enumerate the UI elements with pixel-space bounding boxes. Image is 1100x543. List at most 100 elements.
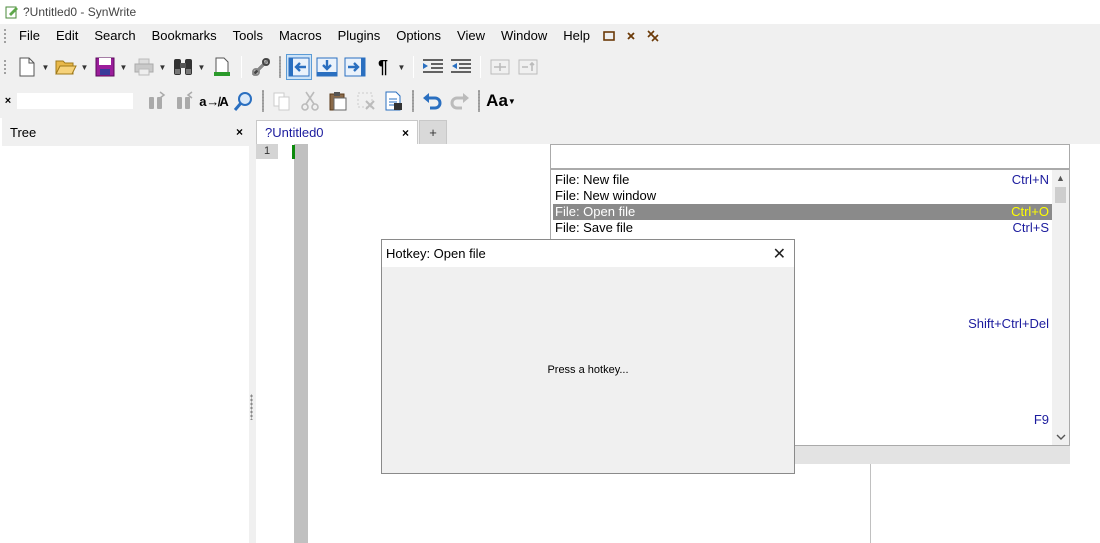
print-icon[interactable] [131,54,157,80]
open-file-icon[interactable] [53,54,79,80]
scroll-thumb[interactable] [1055,187,1066,203]
close-document-icon[interactable] [623,28,639,44]
command-item[interactable]: File: New window [553,188,1052,204]
dialog-close-button[interactable]: ✕ [773,244,786,264]
undo-icon[interactable] [419,88,445,114]
gutter-bar [294,144,308,543]
menu-bookmarks[interactable]: Bookmarks [144,24,225,48]
toolbar-separator [412,90,414,112]
menu-window[interactable]: Window [493,24,555,48]
menu-file[interactable]: File [13,24,48,48]
select-icon[interactable] [381,88,407,114]
dialog-titlebar: Hotkey: Open file ✕ [382,240,794,267]
menu-edit[interactable]: Edit [48,24,86,48]
export-icon[interactable] [209,54,235,80]
menu-bar: File Edit Search Bookmarks Tools Macros … [0,24,1100,48]
delete-icon[interactable] [353,88,379,114]
settings-tools-icon[interactable] [248,54,274,80]
panel-splitter[interactable] [250,394,253,420]
tree-panel: Tree × [0,118,249,543]
main-toolbar: ▼ ▼ ▼ ▼ ▼ ¶ ▼ [0,50,1100,84]
new-file-icon[interactable] [14,54,40,80]
replace-icon[interactable]: a↛A [199,88,229,114]
copy-icon[interactable] [269,88,295,114]
redo-icon[interactable] [447,88,473,114]
find-icon[interactable] [170,54,196,80]
dialog-body: Press a hotkey... [382,267,794,473]
menu-macros[interactable]: Macros [271,24,330,48]
app-icon [5,6,18,19]
toolbar-separator [279,56,281,78]
command-hotkey: Shift+Ctrl+Del [968,316,1049,331]
fold-icon[interactable] [487,54,513,80]
close-all-icon[interactable] [645,28,661,44]
command-hotkey: F9 [1033,412,1049,427]
tree-title: Tree [10,124,37,140]
dialog-message: Press a hotkey... [547,364,629,376]
menu-tools[interactable]: Tools [225,24,271,48]
tab-bar: ?Untitled0 × + [256,120,447,144]
command-item-selected[interactable]: File: Open file Ctrl+O [553,204,1052,220]
command-item[interactable]: File: Save file Ctrl+S [553,220,1052,236]
toolbar-separator [478,90,480,112]
dialog-title: Hotkey: Open file [386,246,486,261]
menu-help[interactable]: Help [555,24,598,48]
align-left-icon[interactable] [286,54,312,80]
command-search-input[interactable] [550,144,1070,169]
restore-icon[interactable] [601,28,617,44]
line-number: 1 [256,144,278,159]
editor-divider [870,464,871,543]
title-bar: ?Untitled0 - SynWrite [0,0,1100,24]
search-input[interactable] [16,92,134,110]
add-tab-button[interactable]: + [419,120,447,144]
tab-close-button[interactable]: × [402,126,409,140]
menu-grip[interactable] [3,28,7,44]
find-prev-icon[interactable] [143,88,169,114]
cut-icon[interactable] [297,88,323,114]
scroll-down-icon[interactable] [1052,429,1069,445]
open-file-dropdown[interactable]: ▼ [80,54,89,80]
menu-options[interactable]: Options [388,24,449,48]
indent-icon[interactable] [420,54,446,80]
save-file-icon[interactable] [92,54,118,80]
find-next-icon[interactable] [171,88,197,114]
hotkey-dialog: Hotkey: Open file ✕ Press a hotkey... [381,239,795,474]
command-label: File: New file [555,172,630,187]
tab-untitled0[interactable]: ?Untitled0 × [256,120,418,144]
unindent-icon[interactable] [448,54,474,80]
command-label: File: Open file [555,204,636,219]
print-dropdown[interactable]: ▼ [158,54,167,80]
find-dropdown[interactable]: ▼ [197,54,206,80]
zoom-find-icon[interactable] [231,88,257,114]
menu-view[interactable]: View [449,24,493,48]
command-scrollbar[interactable]: ▲ [1052,170,1069,445]
download-icon[interactable] [314,54,340,80]
unfold-icon[interactable] [515,54,541,80]
command-hotkey: Ctrl+O [1011,204,1049,219]
menu-plugins[interactable]: Plugins [330,24,389,48]
toolbar-grip[interactable] [3,59,7,75]
pilcrow-icon[interactable]: ¶ [370,54,396,80]
save-file-dropdown[interactable]: ▼ [119,54,128,80]
toolbar-separator [262,90,264,112]
scroll-up-icon[interactable]: ▲ [1052,170,1069,186]
command-label: File: Save file [555,220,634,235]
command-label: File: New window [555,188,657,203]
toolbar-separator [480,56,481,78]
command-item[interactable]: File: New file Ctrl+N [553,172,1052,188]
paste-icon[interactable] [325,88,351,114]
pilcrow-dropdown[interactable]: ▼ [397,54,406,80]
window-title: ?Untitled0 - SynWrite [23,5,137,19]
tree-close-button[interactable]: × [236,125,243,139]
tab-label: ?Untitled0 [265,125,324,140]
search-close-button[interactable]: × [2,95,14,107]
search-toolbar: × a↛A Aa ▼ [0,84,1100,118]
toolbar-separator [241,56,242,78]
toolbar-separator [413,56,414,78]
new-file-dropdown[interactable]: ▼ [41,54,50,80]
font-icon[interactable]: Aa ▼ [485,88,517,114]
menu-search[interactable]: Search [86,24,143,48]
command-hotkey: Ctrl+N [1011,172,1049,187]
goto-icon[interactable] [342,54,368,80]
modified-marker [292,145,295,159]
